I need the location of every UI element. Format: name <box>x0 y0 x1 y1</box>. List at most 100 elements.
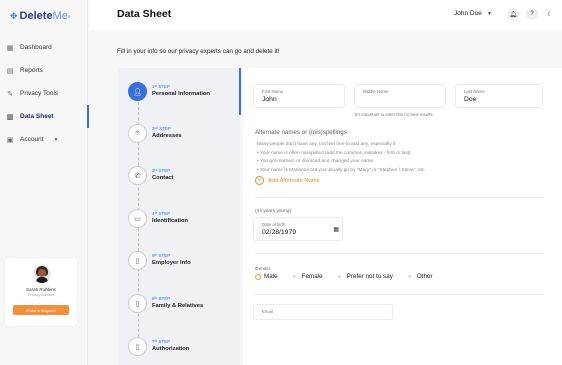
account-icon: ▣ <box>6 136 14 144</box>
logo-text-delete: Delete <box>19 10 53 22</box>
sidebar-item-privacy-tools[interactable]: ✎ Privacy Tools <box>0 82 88 105</box>
alternate-names-description: Many people don't have any, but feel fre… <box>257 141 426 176</box>
step-number: 2ⁿᵈ STEP <box>152 126 171 131</box>
chevron-down-icon: ▼ <box>53 136 59 143</box>
datasheet-icon: ▥ <box>6 113 14 121</box>
alternate-names-title: Alternate names or (mis)spellings <box>255 129 347 136</box>
logo-text-me: Me <box>52 10 68 22</box>
add-alternate-name-label: Add Alternate Name <box>268 177 320 184</box>
step-authorization[interactable]: ▯ 7ᵗʰ STEP Authorization <box>126 330 238 362</box>
field-label: Middle Name <box>363 89 389 94</box>
advisor-role: Privacy Advisor <box>28 293 54 297</box>
step-number: 3ʳᵈ STEP <box>152 168 171 173</box>
tools-icon: ✎ <box>7 90 13 98</box>
sidebar-item-label: Dashboard <box>20 44 52 51</box>
radio-button[interactable] <box>255 273 261 280</box>
section-divider <box>255 253 544 254</box>
field-value: 02/28/1979 <box>262 229 297 236</box>
step-number: 6ᵗʰ STEP <box>152 296 171 301</box>
field-label: First Name <box>262 89 284 94</box>
phone-icon: ✆ <box>128 166 147 185</box>
step-contact[interactable]: ✆ 3ʳᵈ STEP Contact <box>126 159 238 191</box>
step-personal-information[interactable]: 👤︎ 1ˢᵗ STEP Personal Information <box>126 75 238 107</box>
grid-icon: ▦ <box>6 44 14 52</box>
advisor-avatar <box>33 265 51 283</box>
field-label: Last Name <box>464 89 485 94</box>
advisor-name: Sarah Robbins <box>26 287 56 292</box>
location-pin-icon: ⌾ <box>128 124 147 143</box>
document-icon: ▤ <box>6 67 14 75</box>
radio-button[interactable] <box>407 275 411 278</box>
sidebar-item-reports[interactable]: ▤ Reports <box>0 59 88 82</box>
active-step-indicator <box>239 68 241 115</box>
plus-icon: + <box>255 176 264 185</box>
personal-info-form: First Name John Middle Name It's importa… <box>243 68 562 365</box>
middle-name-field[interactable]: Middle Name <box>354 84 446 108</box>
gender-option-male[interactable]: Male <box>255 273 278 280</box>
step-number: 1ˢᵗ STEP <box>152 84 171 89</box>
privacy-advisor-card: Sarah Robbins Privacy Advisor Make a Req… <box>5 258 77 326</box>
gender-radio-group: Male Female Prefer not to say Other <box>255 273 448 280</box>
sidebar-item-data-sheet[interactable]: ▥ Data Sheet <box>0 105 89 128</box>
alt-desc-bullet: • Your name is often misspelled (add the… <box>257 150 411 156</box>
gender-option-prefer-not-to-say[interactable]: Prefer not to say <box>337 273 393 280</box>
step-addresses[interactable]: ⌾ 2ⁿᵈ STEP Addresses <box>126 117 238 149</box>
chevron-down-icon[interactable]: ▼ <box>487 11 492 17</box>
step-identification[interactable]: ▭ 4ᵗʰ STEP Identification <box>126 202 238 234</box>
gender-option-other[interactable]: Other <box>407 273 433 280</box>
alt-desc-bullet: • You got married, or divorced and chang… <box>257 159 375 165</box>
step-number: 4ᵗʰ STEP <box>152 211 171 216</box>
section-divider <box>255 197 544 198</box>
id-card-icon: ▭ <box>128 209 147 228</box>
sidebar-item-account[interactable]: ▣ Account ▼ <box>0 128 88 151</box>
step-name: Addresses <box>152 133 182 139</box>
field-label: Email <box>262 309 273 314</box>
last-name-field[interactable]: Last Name Doe <box>455 84 543 108</box>
section-divider <box>255 294 544 295</box>
field-label: Date of birth <box>262 222 286 227</box>
sidebar-item-label: Account <box>20 136 44 143</box>
page-title: Data Sheet <box>117 8 172 20</box>
field-value: John <box>262 96 277 103</box>
sidebar-nav: ▦ Dashboard ▤ Reports ✎ Privacy Tools ▥ … <box>0 36 89 151</box>
radio-button[interactable] <box>337 275 341 278</box>
gender-label: Gender <box>255 266 271 271</box>
step-name: Contact <box>152 175 174 181</box>
dark-mode-icon[interactable]: ☾ <box>544 8 556 20</box>
step-number: 7ᵗʰ STEP <box>152 339 171 344</box>
document-icon: ▯ <box>128 294 147 313</box>
age-note: (44 years young) <box>255 209 291 214</box>
bell-icon[interactable]: 🔔︎ <box>507 8 519 20</box>
help-icon[interactable]: ? <box>526 8 538 20</box>
gender-option-female[interactable]: Female <box>292 273 323 280</box>
calendar-icon[interactable]: ▦ <box>333 226 339 233</box>
date-of-birth-field[interactable]: Date of birth 02/28/1979 ▦ <box>253 217 343 241</box>
document-icon: ▯ <box>128 251 147 270</box>
first-name-field[interactable]: First Name John <box>253 84 345 108</box>
intro-text: Fill in your info so our privacy experts… <box>117 48 280 55</box>
steps-panel: 👤︎ 1ˢᵗ STEP Personal Information ⌾ 2ⁿᵈ S… <box>118 68 241 365</box>
top-header: Data Sheet John Doe ▼ 🔔︎ ? ☾ <box>89 0 562 30</box>
step-family-relatives[interactable]: ▯ 6ᵗʰ STEP Family & Relatives <box>126 287 238 319</box>
sidebar: ✥ Delete Me ® ▦ Dashboard ▤ Reports ✎ Pr… <box>0 0 89 365</box>
step-number: 5ᵗʰ STEP <box>152 253 171 258</box>
step-name: Family & Relatives <box>152 303 204 309</box>
user-menu[interactable]: John Doe <box>454 10 482 17</box>
sidebar-item-label: Reports <box>20 67 43 74</box>
deleteme-logo[interactable]: ✥ Delete Me ® <box>10 10 71 22</box>
user-icon: 👤︎ <box>128 82 147 101</box>
step-name: Authorization <box>152 346 190 352</box>
make-request-button[interactable]: Make a Request <box>13 305 69 315</box>
add-alternate-name-button[interactable]: + Add Alternate Name <box>255 176 320 185</box>
email-field[interactable]: Email <box>253 304 393 320</box>
logo-registered-mark: ® <box>67 13 71 19</box>
alt-desc-bullet: • Your name is Marianne but you usually … <box>257 168 426 174</box>
alt-desc-intro: Many people don't have any, but feel fre… <box>257 142 397 147</box>
sidebar-item-label: Data Sheet <box>20 113 54 120</box>
step-name: Personal Information <box>152 91 210 97</box>
step-name: Identification <box>152 218 189 224</box>
sidebar-item-dashboard[interactable]: ▦ Dashboard <box>0 36 88 59</box>
sidebar-item-label: Privacy Tools <box>20 90 59 97</box>
radio-button[interactable] <box>292 275 296 278</box>
step-employer-info[interactable]: ▯ 5ᵗʰ STEP Employer Info <box>126 244 238 276</box>
